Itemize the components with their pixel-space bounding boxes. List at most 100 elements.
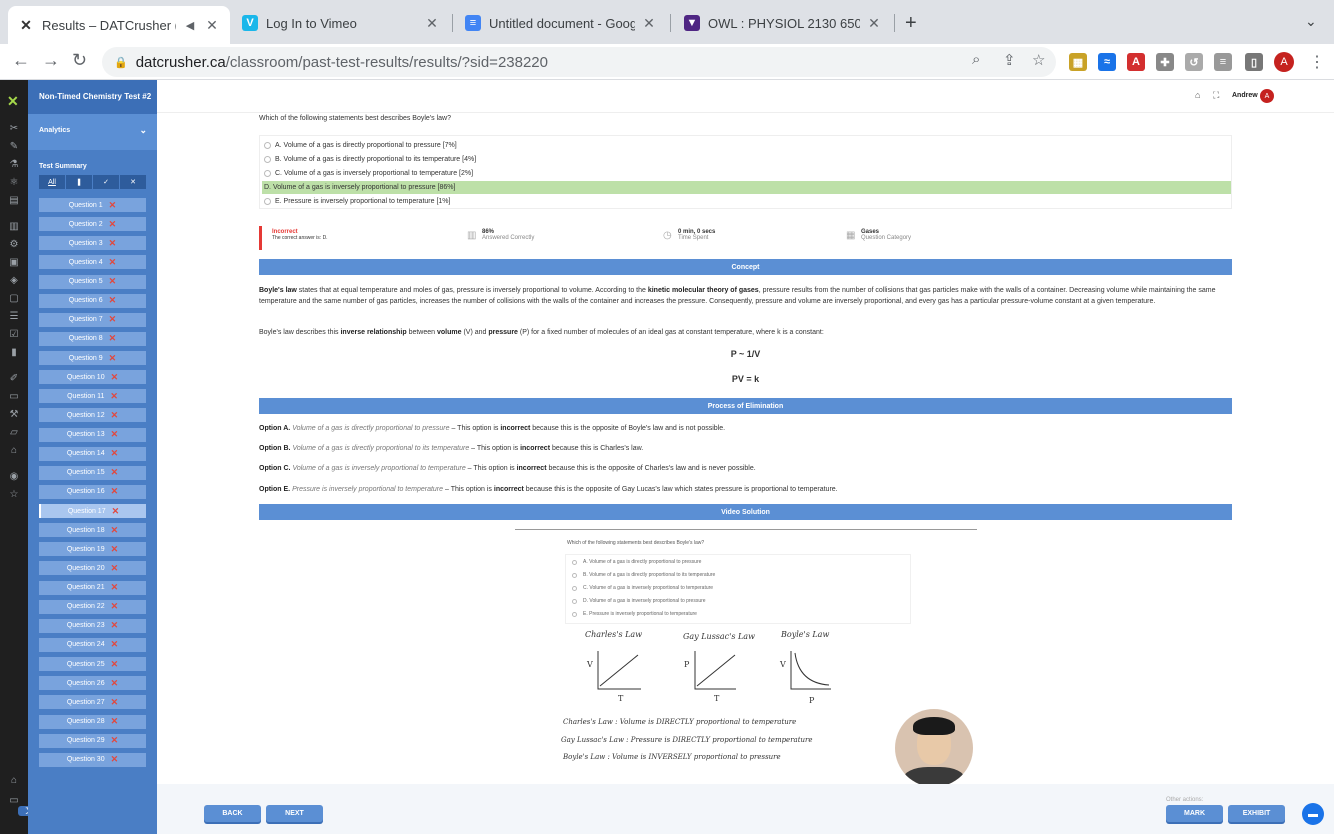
question-button[interactable]: Question 16 ✕: [39, 484, 146, 499]
new-tab-icon[interactable]: +: [905, 12, 917, 35]
bookmark-star-icon[interactable]: ☆: [1032, 51, 1045, 69]
question-button[interactable]: Question 30 ✕: [39, 752, 146, 767]
close-tab-icon[interactable]: ✕: [866, 15, 882, 32]
chat-icon[interactable]: ▭: [8, 796, 20, 806]
question-button[interactable]: Question 5 ✕: [39, 274, 146, 289]
star-icon[interactable]: ☆: [8, 490, 20, 500]
question-button[interactable]: Question 8 ✕: [39, 331, 146, 346]
option-a[interactable]: A. Volume of a gas is directly proportio…: [262, 139, 1231, 152]
back-button[interactable]: BACK: [204, 805, 261, 822]
question-button[interactable]: Question 20 ✕: [39, 561, 146, 576]
question-button[interactable]: Question 24 ✕: [39, 637, 146, 652]
microscope-icon[interactable]: ✂: [8, 124, 20, 134]
reload-icon[interactable]: ↻: [72, 50, 87, 71]
speaker-icon[interactable]: ◀: [182, 19, 198, 32]
tab-search-chevron-icon[interactable]: ⌄: [1305, 13, 1317, 30]
home-icon[interactable]: ⌂: [1195, 90, 1200, 100]
gear-icon[interactable]: ⚙: [8, 240, 20, 250]
browser-menu-icon[interactable]: ⋮: [1309, 52, 1325, 72]
question-button[interactable]: Question 17 ✕: [39, 504, 146, 519]
question-button[interactable]: Question 26 ✕: [39, 676, 146, 691]
flask-icon[interactable]: ⚗: [8, 160, 20, 170]
question-button[interactable]: Question 4 ✕: [39, 255, 146, 270]
tab-owl[interactable]: ▼ OWL : PHYSIOL 2130 650 SU2 ✕: [674, 6, 892, 40]
analytics-toggle[interactable]: Analytics ⌄: [28, 114, 157, 150]
question-button[interactable]: Question 13 ✕: [39, 427, 146, 442]
exhibit-button[interactable]: EXHIBIT: [1228, 805, 1285, 822]
question-button[interactable]: Question 21 ✕: [39, 580, 146, 595]
question-button[interactable]: Question 28 ✕: [39, 714, 146, 729]
question-button[interactable]: Question 29 ✕: [39, 733, 146, 748]
edit-icon[interactable]: ✐: [8, 374, 20, 384]
forward-arrow-icon[interactable]: →: [42, 50, 60, 71]
datcrusher-logo-icon[interactable]: ✕: [7, 93, 19, 110]
user-circle-icon[interactable]: ◉: [8, 472, 20, 482]
question-button[interactable]: Question 1 ✕: [39, 198, 146, 212]
molecule-icon[interactable]: ⚛: [8, 178, 20, 188]
filter-check-icon[interactable]: ✓: [93, 175, 120, 189]
checklist-icon[interactable]: ☑: [8, 330, 20, 340]
question-button[interactable]: Question 15 ✕: [39, 465, 146, 480]
question-button[interactable]: Question 10 ✕: [39, 370, 146, 385]
book-icon[interactable]: ▥: [8, 222, 20, 232]
close-tab-icon[interactable]: ✕: [424, 15, 440, 32]
profile-avatar[interactable]: A: [1274, 52, 1294, 72]
tools-icon[interactable]: ⚒: [8, 410, 20, 420]
user-avatar[interactable]: A: [1260, 89, 1274, 103]
extensions-puzzle-icon[interactable]: ✚: [1156, 53, 1174, 71]
pencil-icon[interactable]: ✎: [8, 142, 20, 152]
option-c[interactable]: C. Volume of a gas is inversely proporti…: [262, 167, 1231, 180]
option-b[interactable]: B. Volume of a gas is directly proportio…: [262, 153, 1231, 166]
user-name[interactable]: Andrew: [1232, 92, 1258, 99]
keyboard-icon[interactable]: ▤: [8, 196, 20, 206]
chart-icon[interactable]: ▮: [8, 348, 20, 358]
wave-extension-icon[interactable]: ≈: [1098, 53, 1116, 71]
address-bar[interactable]: 🔒 datcrusher.ca/classroom/past-test-resu…: [102, 47, 1056, 77]
question-button[interactable]: Question 14 ✕: [39, 446, 146, 461]
question-button[interactable]: Question 6 ✕: [39, 293, 146, 308]
question-button[interactable]: Question 27 ✕: [39, 695, 146, 710]
tab-datcrusher[interactable]: ✕ Results – DATCrusher (Can ◀ ✕: [8, 6, 230, 44]
reading-list-icon[interactable]: ≡: [1214, 53, 1232, 71]
calculator-extension-icon[interactable]: ▦: [1069, 53, 1087, 71]
library-icon[interactable]: ⛶: [1213, 90, 1219, 101]
pdf-extension-icon[interactable]: A: [1127, 53, 1145, 71]
tab-google-docs[interactable]: ≡ Untitled document - Google Do ✕: [455, 6, 667, 40]
chat-bubble-icon[interactable]: ▬: [1302, 803, 1324, 825]
question-button[interactable]: Question 25 ✕: [39, 657, 146, 672]
close-tab-icon[interactable]: ✕: [204, 17, 220, 34]
option-e[interactable]: E. Pressure is inversely proportional to…: [262, 195, 1231, 208]
side-panel-icon[interactable]: ▯: [1245, 53, 1263, 71]
next-button[interactable]: NEXT: [266, 805, 323, 822]
sync-icon[interactable]: ↺: [1185, 53, 1203, 71]
filter-all[interactable]: All: [39, 175, 66, 189]
list-icon[interactable]: ☰: [8, 312, 20, 322]
question-button[interactable]: Question 12 ✕: [39, 408, 146, 423]
video-player[interactable]: Which of the following statements best d…: [515, 529, 977, 787]
radio[interactable]: [264, 156, 271, 163]
notes-icon[interactable]: ▭: [8, 392, 20, 402]
question-button[interactable]: Question 2 ✕: [39, 217, 146, 232]
document-icon[interactable]: ▢: [8, 294, 20, 304]
question-button[interactable]: Question 22 ✕: [39, 599, 146, 614]
radio[interactable]: [264, 142, 271, 149]
option-d[interactable]: D. Volume of a gas is inversely proporti…: [262, 181, 1231, 194]
radio[interactable]: [264, 170, 271, 177]
question-button[interactable]: Question 23 ✕: [39, 618, 146, 633]
question-button[interactable]: Question 18 ✕: [39, 523, 146, 538]
image-icon[interactable]: ▣: [8, 258, 20, 268]
mark-button[interactable]: MARK: [1166, 805, 1223, 822]
folder-icon[interactable]: ▱: [8, 428, 20, 438]
filter-x-icon[interactable]: ✕: [120, 175, 146, 189]
share-icon[interactable]: ⇪: [1003, 51, 1016, 69]
close-tab-icon[interactable]: ✕: [641, 15, 657, 32]
question-button[interactable]: Question 9 ✕: [39, 351, 146, 366]
cube-icon[interactable]: ◈: [8, 276, 20, 286]
zoom-icon[interactable]: ⌕: [972, 51, 980, 68]
question-button[interactable]: Question 11 ✕: [39, 389, 146, 404]
tab-vimeo[interactable]: V Log In to Vimeo ✕: [232, 6, 450, 40]
bank-icon[interactable]: ⌂: [8, 446, 20, 456]
question-button[interactable]: Question 3 ✕: [39, 236, 146, 251]
home-icon[interactable]: ⌂: [8, 776, 20, 786]
radio[interactable]: [264, 198, 271, 205]
